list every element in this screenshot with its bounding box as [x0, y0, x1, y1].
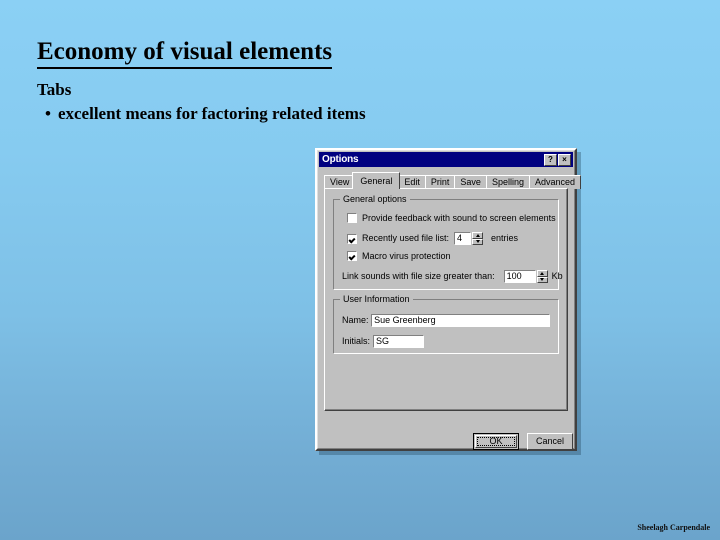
tab-spelling-label: Spelling	[491, 177, 524, 187]
close-icon[interactable]: ×	[558, 153, 571, 166]
author-credit: Sheelagh Carpendale	[637, 523, 710, 532]
macro-virus-label: Macro virus protection	[362, 250, 451, 261]
recently-used-suffix: entries	[491, 233, 519, 243]
tab-print-label: Print	[430, 177, 450, 187]
tab-view[interactable]: View	[324, 175, 356, 189]
user-information-group: User Information Name: Sue Greenberg Ini…	[333, 295, 559, 354]
recently-used-spinner[interactable]	[472, 232, 484, 245]
tab-view-label: View	[330, 177, 350, 187]
cancel-button-label: Cancel	[535, 436, 564, 446]
initials-row[interactable]: Initials: SG	[342, 335, 424, 348]
tab-edit-label: Edit	[404, 177, 420, 187]
help-icon[interactable]: ?	[544, 153, 557, 166]
bullet-text: excellent means for factoring related it…	[57, 104, 366, 123]
recently-used-row[interactable]: Recently used file list: 4 entries	[347, 232, 518, 245]
spinner-down-icon[interactable]	[472, 238, 484, 245]
bullet-glyph-icon: •	[45, 104, 51, 123]
initials-field[interactable]: SG	[373, 335, 424, 348]
help-glyph: ?	[548, 154, 553, 164]
provide-feedback-row[interactable]: Provide feedback with sound to screen el…	[347, 213, 556, 223]
recently-used-checkbox[interactable]	[347, 233, 357, 244]
tab-general[interactable]: General	[352, 172, 401, 189]
link-sounds-input[interactable]: 100	[503, 270, 536, 283]
bullet-list-item: • excellent means for factoring related …	[45, 104, 366, 124]
tab-advanced[interactable]: Advanced	[528, 175, 581, 189]
ok-button[interactable]: OK	[473, 433, 519, 450]
tab-panel-general: General options Provide feedback with so…	[324, 188, 568, 411]
name-label: Name:	[342, 315, 369, 325]
general-options-group: General options Provide feedback with so…	[333, 195, 563, 290]
tab-general-label: General	[360, 175, 393, 186]
provide-feedback-checkbox[interactable]	[347, 213, 357, 223]
initials-label: Initials:	[342, 336, 371, 346]
recently-used-input[interactable]: 4	[454, 232, 472, 245]
dialog-title-text: Options	[322, 153, 359, 165]
link-sounds-spinner[interactable]	[536, 270, 548, 283]
provide-feedback-label: Provide feedback with sound to screen el…	[362, 212, 556, 223]
macro-virus-row[interactable]: Macro virus protection	[347, 251, 451, 261]
spinner-down-icon[interactable]	[536, 276, 548, 283]
options-dialog: Options ? × View General Edit Print Save	[315, 148, 581, 451]
user-information-group-title: User Information	[340, 295, 413, 304]
general-options-group-title: General options	[340, 195, 410, 204]
name-row[interactable]: Name: Sue Greenberg	[342, 314, 550, 327]
macro-virus-checkbox[interactable]	[347, 251, 357, 261]
tab-print[interactable]: Print	[424, 175, 456, 189]
tab-save[interactable]: Save	[454, 175, 487, 189]
tab-advanced-label: Advanced	[534, 177, 575, 187]
dialog-titlebar[interactable]: Options ? ×	[319, 152, 573, 167]
recently-used-label: Recently used file list:	[362, 233, 450, 243]
slide-subheading: Tabs	[37, 80, 72, 99]
slide-canvas: Economy of visual elements Tabs • excell…	[0, 0, 720, 540]
name-field[interactable]: Sue Greenberg	[371, 314, 550, 327]
tab-spelling[interactable]: Spelling	[485, 175, 530, 189]
link-sounds-row[interactable]: Link sounds with file size greater than:…	[342, 270, 563, 283]
tab-save-label: Save	[460, 177, 481, 187]
cancel-button[interactable]: Cancel	[527, 433, 573, 450]
close-glyph: ×	[562, 154, 567, 164]
page-title: Economy of visual elements	[37, 38, 333, 69]
dialog-tabstrip: View General Edit Print Save Spelling Ad…	[324, 172, 581, 189]
link-sounds-suffix: Kb	[551, 271, 563, 281]
ok-button-label: OK	[489, 436, 503, 446]
link-sounds-label: Link sounds with file size greater than:	[342, 271, 495, 281]
tab-edit[interactable]: Edit	[398, 175, 426, 189]
